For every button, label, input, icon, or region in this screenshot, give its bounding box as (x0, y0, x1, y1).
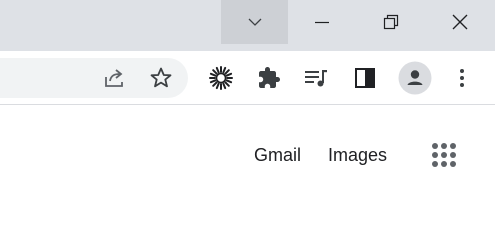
kebab-menu-icon (460, 69, 464, 87)
browser-toolbar (0, 51, 495, 105)
bookmark-star-button[interactable] (147, 64, 175, 92)
toolbar-divider (0, 104, 495, 105)
sun-extension-button[interactable] (205, 62, 237, 94)
tab-search-button[interactable] (221, 0, 288, 44)
puzzle-extensions-icon (259, 67, 280, 88)
minimize-button[interactable] (294, 0, 350, 44)
restore-icon (383, 14, 399, 30)
google-apps-button[interactable] (428, 139, 460, 171)
address-bar[interactable] (0, 58, 188, 98)
close-icon (452, 14, 468, 30)
person-icon (398, 61, 432, 95)
sun-extension-icon (209, 66, 233, 90)
share-button[interactable] (100, 64, 128, 92)
side-panel-icon (355, 68, 375, 88)
extensions-button[interactable] (253, 62, 285, 94)
restore-button[interactable] (363, 0, 419, 44)
media-controls-button[interactable] (301, 62, 333, 94)
gmail-link[interactable]: Gmail (254, 144, 301, 166)
chrome-menu-button[interactable] (446, 62, 478, 94)
media-controls-icon (305, 70, 327, 87)
profile-button[interactable] (398, 61, 432, 95)
share-icon (105, 69, 123, 87)
images-link[interactable]: Images (328, 144, 387, 166)
star-icon (150, 67, 172, 88)
minimize-icon (315, 21, 329, 24)
side-panel-button[interactable] (349, 62, 381, 94)
chevron-down-icon (248, 18, 261, 26)
close-button[interactable] (432, 0, 488, 44)
google-apps-grid-icon (432, 143, 456, 167)
browser-window: Gmail Images (0, 0, 495, 246)
title-bar (0, 0, 495, 51)
